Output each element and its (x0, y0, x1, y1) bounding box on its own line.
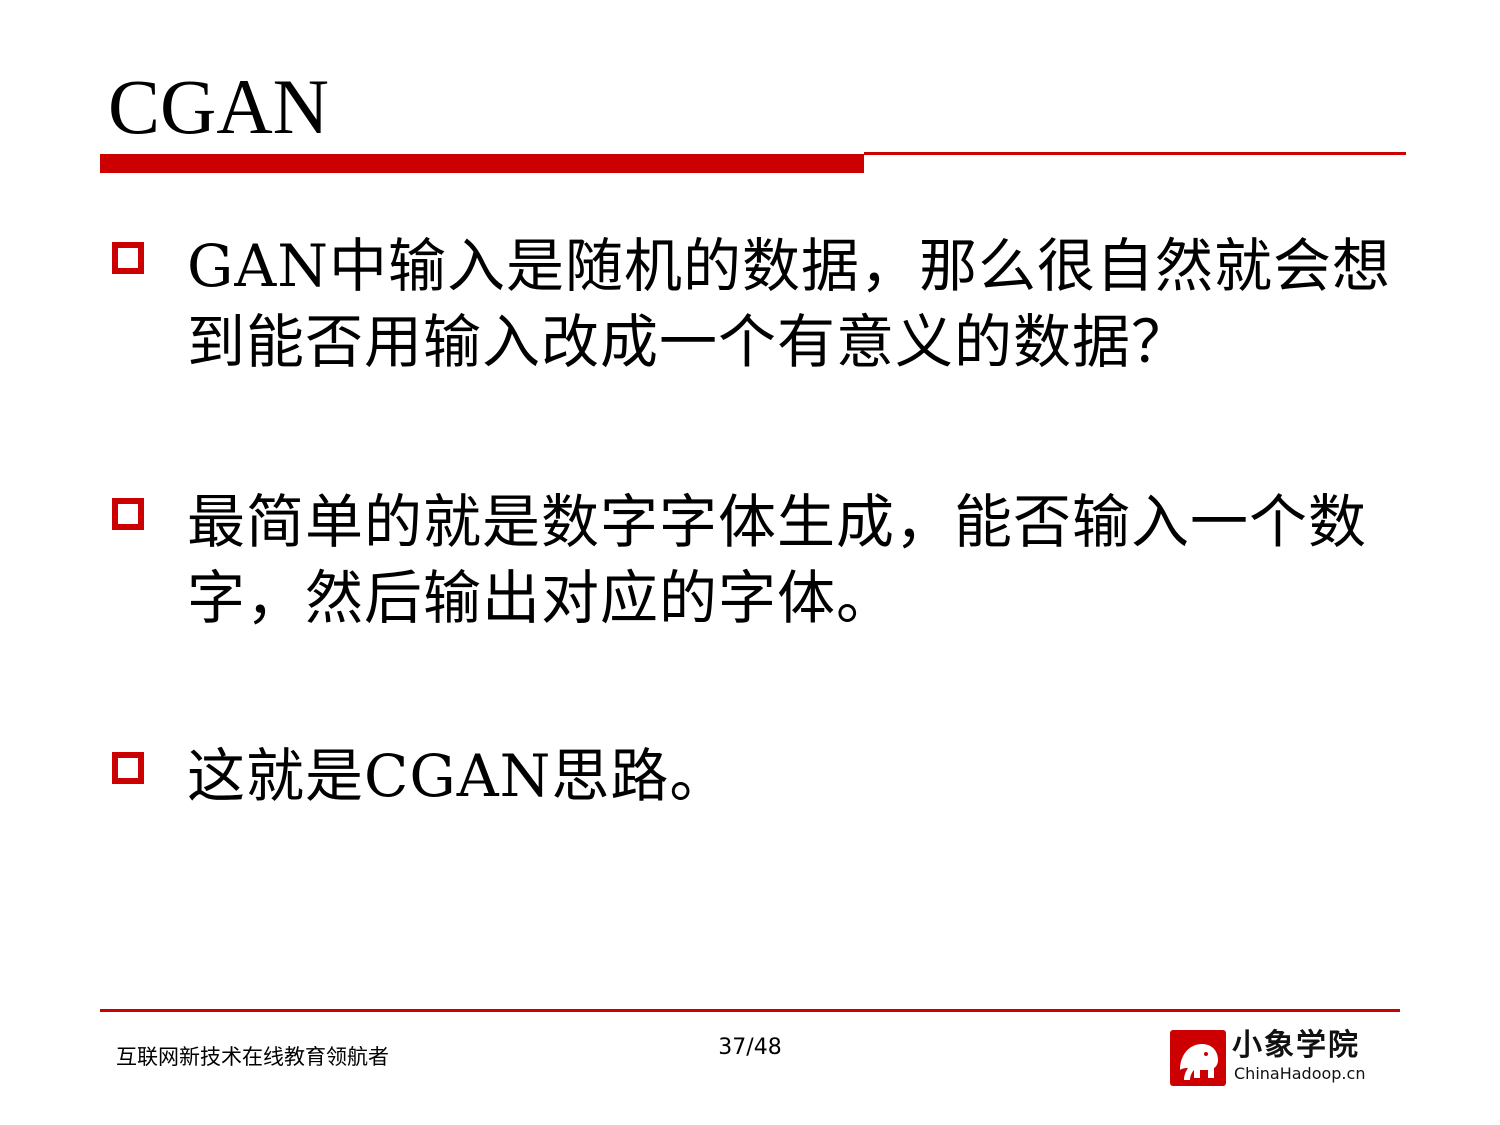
hollow-square-icon (112, 752, 144, 784)
footer-divider (100, 1009, 1400, 1012)
bullet-text: 最简单的就是数字字体生成，能否输入一个数字，然后输出对应的字体。 (187, 488, 1368, 632)
title-underline-thick (100, 154, 864, 173)
logo-text: 小象学院 (1232, 1028, 1360, 1063)
brand-logo: 小象学院 ChinaHadoop.cn (1170, 1028, 1390, 1086)
hollow-square-icon (112, 498, 144, 530)
page-number: 37/48 (718, 1035, 782, 1060)
footer-tagline: 互联网新技术在线教育领航者 (116, 1045, 389, 1069)
slide-title: CGAN (108, 63, 330, 150)
elephant-logo-icon (1170, 1030, 1226, 1086)
logo-url-text: ChinaHadoop.cn (1234, 1064, 1366, 1083)
title-underline-thin (864, 152, 1406, 155)
bullet-text: GAN中输入是随机的数据，那么很自然就会想到能否用输入改成一个有意义的数据？ (187, 232, 1391, 376)
hollow-square-icon (112, 242, 144, 274)
bullet-text: 这就是CGAN思路。 (187, 742, 729, 810)
